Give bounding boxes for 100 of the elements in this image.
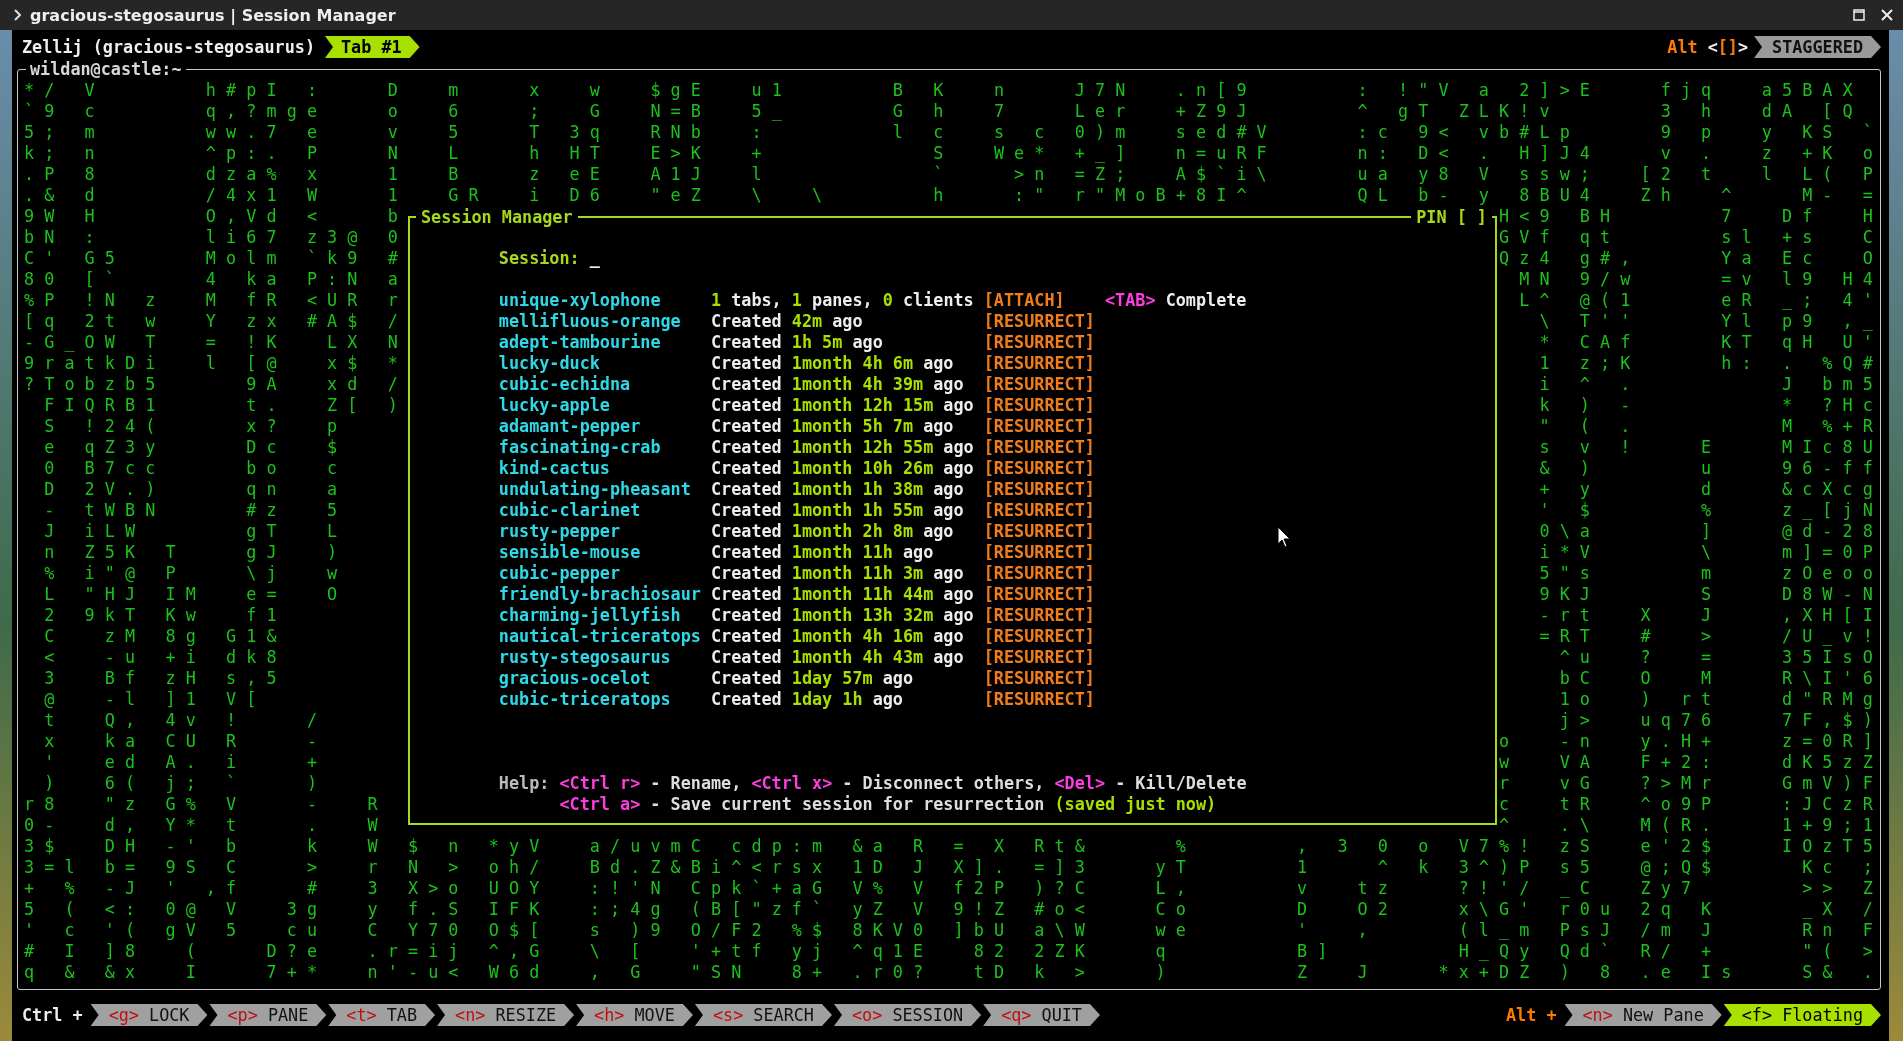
matrix-rain-text: k ) - * ? H c bbox=[1538, 395, 1873, 416]
session-name[interactable]: rusty-stegosaurus bbox=[498, 647, 711, 668]
maximize-icon[interactable] bbox=[1853, 9, 1865, 21]
matrix-rain-text: % i " @ P \ j w bbox=[43, 563, 338, 583]
session-info: Created 1h 5m ago bbox=[711, 332, 884, 353]
session-name[interactable]: sensible-mouse bbox=[498, 542, 711, 563]
matrix-rain-text: 0 \ a ] @ d - 2 8 bbox=[1538, 521, 1873, 542]
session-name[interactable]: undulating-pheasant bbox=[498, 479, 711, 500]
matrix-rain-text: 5 ; m w w . 7 e v 5 T 3 q R N b : l c s c 0 ) m s e d # V : c 9 < v bbox=[24, 122, 1489, 142]
action-label: [RESURRECT] bbox=[983, 626, 1096, 647]
matrix-rain-text: K ! v 3 h d A [ Q bbox=[1499, 101, 1853, 122]
mode-key-tab[interactable]: <t> TAB bbox=[328, 1004, 436, 1026]
session-name[interactable]: nautical-triceratops bbox=[498, 626, 711, 647]
session-name[interactable]: mellifluous-orange bbox=[498, 311, 711, 332]
action-label: [RESURRECT] bbox=[983, 332, 1096, 353]
session-info: Created 1month 10h 26m ago bbox=[711, 458, 975, 479]
action-label: [RESURRECT] bbox=[983, 605, 1096, 626]
matrix-rain-text: n Z 5 K T g J ) bbox=[43, 542, 338, 562]
session-name[interactable]: lucky-apple bbox=[498, 395, 711, 416]
matrix-rain-text: k ; n ^ p : . P N L h H T E > K + S W e * + _ ] n = u R F n : D < . bbox=[24, 143, 1489, 163]
session-name[interactable]: fascinating-crab bbox=[498, 437, 711, 458]
matrix-rain-text: q & & x I 7 + * n ' - u < W 6 d , G " S N 8 + . r 0 ? t D k > ) Z J * x + bbox=[24, 962, 1489, 982]
session-name[interactable]: rusty-pepper bbox=[498, 521, 711, 542]
session-title: Zellij (gracious-stegosaurus) bbox=[22, 37, 315, 57]
mode-key-tab[interactable]: <o> SESSION bbox=[834, 1004, 982, 1026]
action-label: [RESURRECT] bbox=[983, 479, 1096, 500]
matrix-rain-text: s v ! E M I c 8 U bbox=[1538, 437, 1873, 458]
matrix-rain-text: . P 8 d z a % x 1 B z e E A 1 J l ` > n = Z ; A $ ` i \ u a y 8 V bbox=[24, 164, 1489, 184]
shortcut-key: <Ctrl r> bbox=[559, 773, 641, 794]
session-name[interactable]: cubic-triceratops bbox=[498, 689, 711, 710]
session-name[interactable]: cubic-clarinet bbox=[498, 500, 711, 521]
session-name[interactable]: adamant-pepper bbox=[498, 416, 711, 437]
matrix-rain-text: J i L W g T L bbox=[43, 521, 338, 541]
matrix-rain-text: - r t X J , X H [ I bbox=[1538, 605, 1873, 626]
action-label: [RESURRECT] bbox=[983, 311, 1096, 332]
session-name[interactable]: adept-tambourine bbox=[498, 332, 711, 353]
matrix-rain-text: t Q , 4 v ! / bbox=[43, 710, 317, 730]
matrix-rain-text: 3 $ D H - ' b k W $ n * y V a / u v m C c d p : m & a R = X R t & % , 3 0 o V 7 bbox=[24, 836, 1489, 856]
action-label: [RESURRECT] bbox=[983, 647, 1096, 668]
session-name[interactable]: cubic-echidna bbox=[498, 374, 711, 395]
matrix-rain-text: < - u + i d k 8 bbox=[43, 647, 277, 667]
matrix-rain-text: * C A f K T q H U ' bbox=[1538, 332, 1873, 353]
matrix-rain-text: @ - l ] 1 V [ bbox=[43, 689, 257, 709]
session-info: Created 1month 13h 32m ago bbox=[711, 605, 975, 626]
session-name[interactable]: cubic-pepper bbox=[498, 563, 711, 584]
matrix-rain-text: x k a C U R - bbox=[43, 731, 317, 751]
mode-key-tab[interactable]: <q> QUIT bbox=[983, 1004, 1100, 1026]
session-name[interactable]: lucky-duck bbox=[498, 353, 711, 374]
layout-tab[interactable]: STAGGERED bbox=[1754, 36, 1881, 58]
matrix-rain-text: H ] J 4 v . z + K o bbox=[1518, 143, 1873, 164]
session-name[interactable]: kind-cactus bbox=[498, 458, 711, 479]
matrix-rain-text: ' e d A . i + bbox=[43, 752, 317, 772]
session-info: Created 1month 12h 15m ago bbox=[711, 395, 975, 416]
matrix-rain-text: 0 B 7 c c b o c bbox=[43, 458, 338, 478]
mouse-pointer-icon bbox=[1277, 526, 1291, 548]
matrix-rain-text: - G _ O W T = ! K L X N bbox=[24, 332, 398, 352]
matrix-rain-text: M N 9 / w = v l 9 H 4 bbox=[1518, 269, 1873, 290]
session-info: Created 1month 4h 43m ago bbox=[711, 647, 965, 668]
pane-title: wildan@castle:~ bbox=[26, 59, 186, 80]
matrix-rain-text: L " H J I M e = O bbox=[43, 584, 338, 604]
mode-key-tab[interactable]: <s> SEARCH bbox=[694, 1004, 832, 1026]
matrix-rain-text: " ( . M % + R bbox=[1538, 416, 1873, 437]
matrix-rain-text: * / V h # p I : D m x w $ g E u 1 B K n J 7 N . n [ 9 : ! " V a bbox=[24, 80, 1489, 100]
session-info: Created 1month 1h 38m ago bbox=[711, 479, 965, 500]
shortcut-key: <Ctrl x> bbox=[751, 773, 833, 794]
matrix-rain-text: i ^ . J b m 5 bbox=[1538, 374, 1873, 395]
action-label: [ATTACH] bbox=[983, 290, 1066, 311]
matrix-rain-text: Q z 4 g # , Y a E c O bbox=[1499, 248, 1873, 269]
matrix-rain-text: c t R ^ o 9 P : J C z R bbox=[1499, 794, 1873, 815]
help-text: - Save current session for resurrection bbox=[649, 794, 1046, 815]
matrix-rain-text: & ) u 9 6 - f f bbox=[1538, 458, 1873, 479]
session-info: Created 1month 11h ago bbox=[711, 542, 935, 563]
session-name[interactable]: unique-xylophone bbox=[498, 290, 711, 311]
matrix-rain-text: 0 - d , Y * t . W bbox=[24, 815, 378, 835]
session-info: Created 1month 1h 55m ago bbox=[711, 500, 965, 521]
matrix-rain-text: [ q 2 t w Y z x # A $ / bbox=[24, 311, 398, 331]
action-label: [RESURRECT] bbox=[983, 353, 1096, 374]
session-info: Created 1day 1h ago bbox=[711, 689, 904, 710]
help-text: - Kill/Delete bbox=[1114, 773, 1247, 794]
pin-toggle[interactable]: PIN [ ] bbox=[1411, 207, 1492, 228]
tab[interactable]: Tab #1 bbox=[325, 36, 420, 58]
shortcut-tab[interactable]: <f> Floating bbox=[1723, 1004, 1881, 1026]
matrix-rain-text: w V A F + 2 : d K 5 z Z bbox=[1499, 752, 1873, 773]
mode-key-tab[interactable]: <p> PANE bbox=[209, 1004, 327, 1026]
mode-key-tab[interactable]: <g> LOCK bbox=[90, 1004, 208, 1026]
modifier-label: Ctrl + bbox=[22, 1005, 83, 1025]
close-icon[interactable] bbox=[1881, 9, 1893, 21]
action-label: [RESURRECT] bbox=[983, 458, 1096, 479]
mode-key-tab[interactable]: <n> RESIZE bbox=[437, 1004, 575, 1026]
action-label: [RESURRECT] bbox=[983, 395, 1096, 416]
session-name[interactable]: gracious-ocelot bbox=[498, 668, 711, 689]
matrix-rain-text: G ' r 0 u 2 q K _ X / bbox=[1499, 899, 1873, 920]
mode-key-tab[interactable]: <h> MOVE bbox=[576, 1004, 693, 1026]
help-text: - Disconnect others, bbox=[841, 773, 1046, 794]
session-name[interactable]: charming-jellyfish bbox=[498, 605, 711, 626]
session-name[interactable]: friendly-brachiosaur bbox=[498, 584, 711, 605]
window-title: gracious-stegosaurus | Session Manager bbox=[30, 5, 396, 25]
matrix-rain-text: 2 9 k T K w f 1 bbox=[43, 605, 277, 625]
shortcut-tab[interactable]: <n> New Pane bbox=[1564, 1004, 1722, 1026]
matrix-rain-text: ^ u ? = 3 5 I s O bbox=[1558, 647, 1873, 668]
